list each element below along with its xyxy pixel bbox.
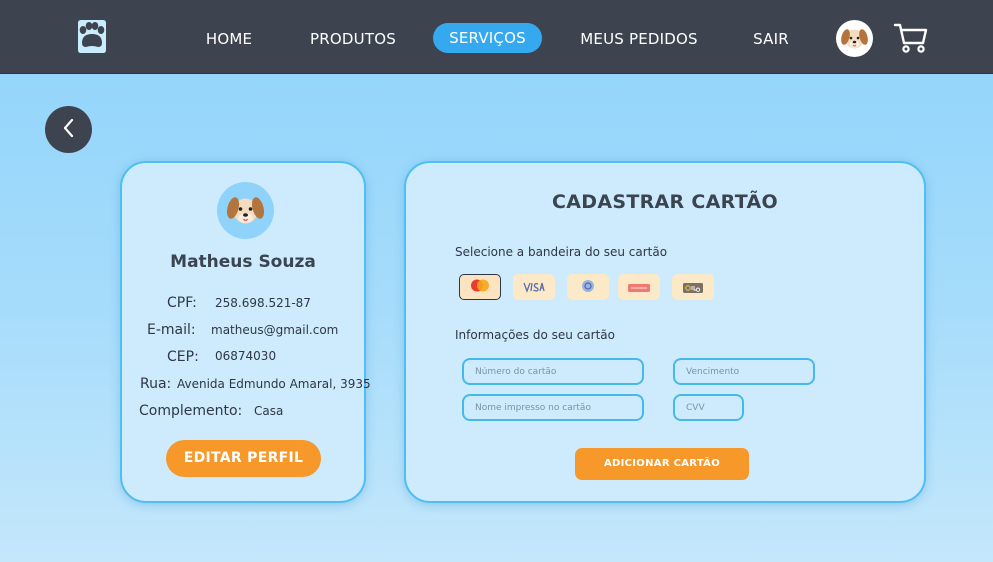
email-value: matheus@gmail.com: [211, 323, 339, 337]
email-label: E-mail:: [147, 322, 196, 338]
complemento-label: Complemento:: [139, 403, 243, 419]
top-navbar: HOME PRODUTOS SERVIÇOS MEUS PEDIDOS SAIR: [0, 0, 993, 74]
nav-sair[interactable]: SAIR: [750, 24, 792, 54]
info-prompt: Informações do seu cartão: [455, 328, 615, 342]
profile-name: Matheus Souza: [170, 252, 316, 272]
elo-icon: [683, 278, 703, 297]
diners-icon: [579, 278, 597, 297]
expiry-input[interactable]: [673, 358, 815, 385]
back-button[interactable]: [45, 106, 92, 153]
cart-icon[interactable]: [893, 21, 929, 55]
rua-label: Rua:: [140, 376, 172, 392]
visa-icon: [522, 278, 546, 297]
cpf-value: 258.698.521-87: [215, 296, 311, 310]
nav-produtos[interactable]: PRODUTOS: [306, 24, 400, 54]
cep-label: CEP:: [167, 349, 199, 365]
brand-diners-button[interactable]: [567, 274, 609, 300]
form-title: CADASTRAR CARTÃO: [552, 191, 778, 213]
profile-card: Matheus Souza CPF: 258.698.521-87 E-mail…: [120, 161, 371, 503]
brand-visa-button[interactable]: [513, 274, 555, 300]
card-number-input[interactable]: [462, 358, 644, 385]
nav-meus-pedidos[interactable]: MEUS PEDIDOS: [578, 24, 700, 54]
add-card-button[interactable]: ADICIONAR CARTÃO: [575, 448, 749, 480]
hipercard-icon: [628, 278, 650, 297]
cep-value: 06874030: [215, 349, 277, 363]
brand-prompt: Selecione a bandeira do seu cartão: [455, 245, 668, 259]
nav-servicos[interactable]: SERVIÇOS: [433, 23, 542, 53]
mastercard-icon: [468, 278, 492, 297]
edit-profile-button[interactable]: EDITAR PERFIL: [166, 440, 321, 477]
paw-icon[interactable]: [74, 16, 110, 56]
cvv-input[interactable]: [673, 394, 744, 421]
nav-home[interactable]: HOME: [200, 24, 258, 54]
dog-avatar-icon[interactable]: [836, 20, 873, 57]
brand-mastercard-button[interactable]: [459, 274, 501, 300]
brand-hipercard-button[interactable]: [618, 274, 660, 300]
register-card-panel: CADASTRAR CARTÃO Selecione a bandeira do…: [404, 161, 926, 503]
dog-avatar-icon: [217, 182, 274, 239]
rua-value: Avenida Edmundo Amaral, 3935: [177, 377, 371, 391]
cardholder-name-input[interactable]: [462, 394, 644, 421]
cpf-label: CPF:: [167, 295, 197, 311]
brand-elo-button[interactable]: [672, 274, 714, 300]
chevron-left-icon: [61, 117, 77, 143]
complemento-value: Casa: [254, 404, 284, 418]
